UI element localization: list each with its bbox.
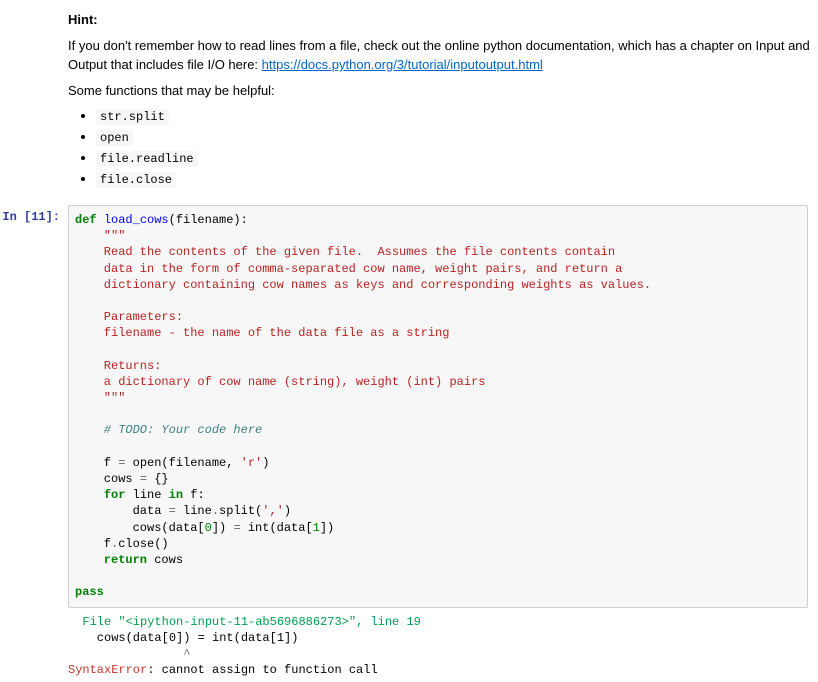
hint-heading: Hint:: [68, 12, 98, 27]
code-text: def load_cows(filename): """ Read the co…: [75, 212, 801, 601]
code-input-area[interactable]: def load_cows(filename): """ Read the co…: [68, 205, 808, 608]
code-cell: In [11]: def load_cows(filename): """ Re…: [0, 205, 818, 608]
prompt-label: In [11]:: [2, 210, 60, 224]
list-item: file.readline: [96, 148, 818, 168]
func-code: open: [96, 130, 133, 146]
func-code: file.readline: [96, 151, 198, 167]
hint-func-list: str.split open file.readline file.close: [68, 106, 818, 189]
cell-output: File "<ipython-input-11-ab5696886273>", …: [0, 608, 818, 682]
traceback-file-line: File "<ipython-input-11-ab5696886273>", …: [68, 615, 421, 629]
hint-cell: Hint: If you don't remember how to read …: [0, 0, 818, 199]
hint-intro: If you don't remember how to read lines …: [68, 36, 818, 75]
hint-link[interactable]: https://docs.python.org/3/tutorial/input…: [262, 57, 543, 72]
error-message: cannot assign to function call: [162, 663, 378, 677]
traceback-caret: ^: [68, 647, 190, 661]
list-item: str.split: [96, 106, 818, 126]
input-prompt: In [11]:: [0, 205, 68, 608]
list-item: open: [96, 127, 818, 147]
func-code: str.split: [96, 109, 169, 125]
traceback-source-line: cows(data[0]) = int(data[1]): [68, 631, 298, 645]
error-type: SyntaxError: [68, 663, 147, 677]
list-item: file.close: [96, 169, 818, 189]
func-code: file.close: [96, 172, 176, 188]
hint-helpful-intro: Some functions that may be helpful:: [68, 81, 818, 101]
error-sep: :: [147, 663, 161, 677]
